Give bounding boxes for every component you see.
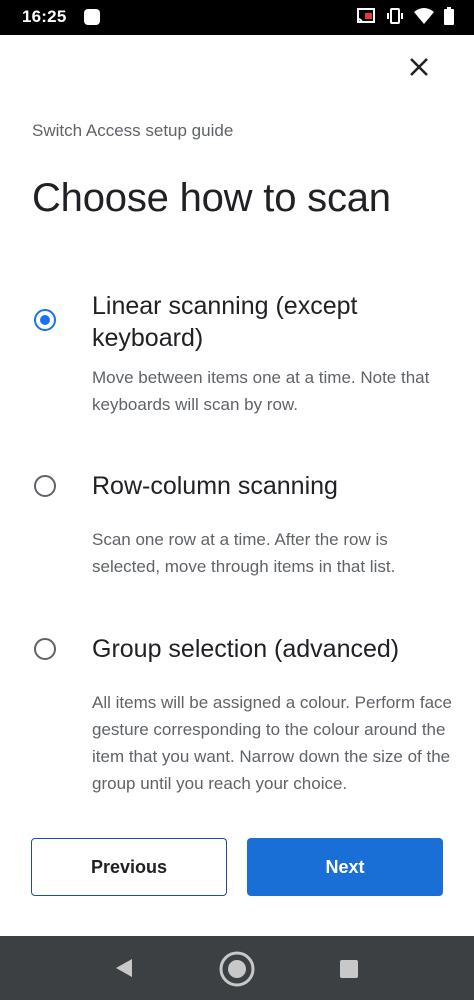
close-icon bbox=[410, 58, 428, 76]
notification-icon bbox=[84, 9, 100, 25]
radio-row-column-scanning[interactable] bbox=[34, 475, 56, 497]
battery-icon bbox=[444, 7, 454, 25]
wifi-icon bbox=[414, 8, 434, 24]
status-bar: 16:25 bbox=[0, 0, 474, 35]
home-icon bbox=[219, 951, 255, 987]
option-description: All items will be assigned a colour. Per… bbox=[92, 693, 452, 793]
radio-linear-scanning[interactable] bbox=[34, 309, 56, 331]
previous-button[interactable]: Previous bbox=[31, 838, 227, 896]
option-title: Row-column scanning bbox=[92, 472, 338, 500]
status-time: 16:25 bbox=[22, 7, 67, 26]
home-button[interactable] bbox=[218, 950, 256, 993]
option-title: Linear scanning (except keyboard) bbox=[92, 292, 358, 352]
cast-icon bbox=[357, 8, 375, 24]
status-icons bbox=[356, 7, 454, 25]
option-title: Group selection (advanced) bbox=[92, 635, 400, 663]
radio-group-selection[interactable] bbox=[34, 638, 56, 660]
option-description: Move between items one at a time. Note t… bbox=[92, 368, 430, 414]
back-button[interactable] bbox=[114, 958, 134, 983]
vibrate-icon bbox=[387, 8, 403, 24]
next-button[interactable]: Next bbox=[247, 838, 443, 896]
close-button[interactable] bbox=[402, 50, 436, 84]
recents-icon bbox=[340, 960, 358, 978]
page-title: Choose how to scan bbox=[32, 176, 391, 220]
recents-button[interactable] bbox=[339, 959, 359, 984]
navigation-bar bbox=[0, 936, 474, 1000]
setup-guide-subtitle: Switch Access setup guide bbox=[32, 121, 234, 140]
back-icon bbox=[116, 959, 132, 977]
option-description: Scan one row at a time. After the row is… bbox=[92, 530, 396, 576]
